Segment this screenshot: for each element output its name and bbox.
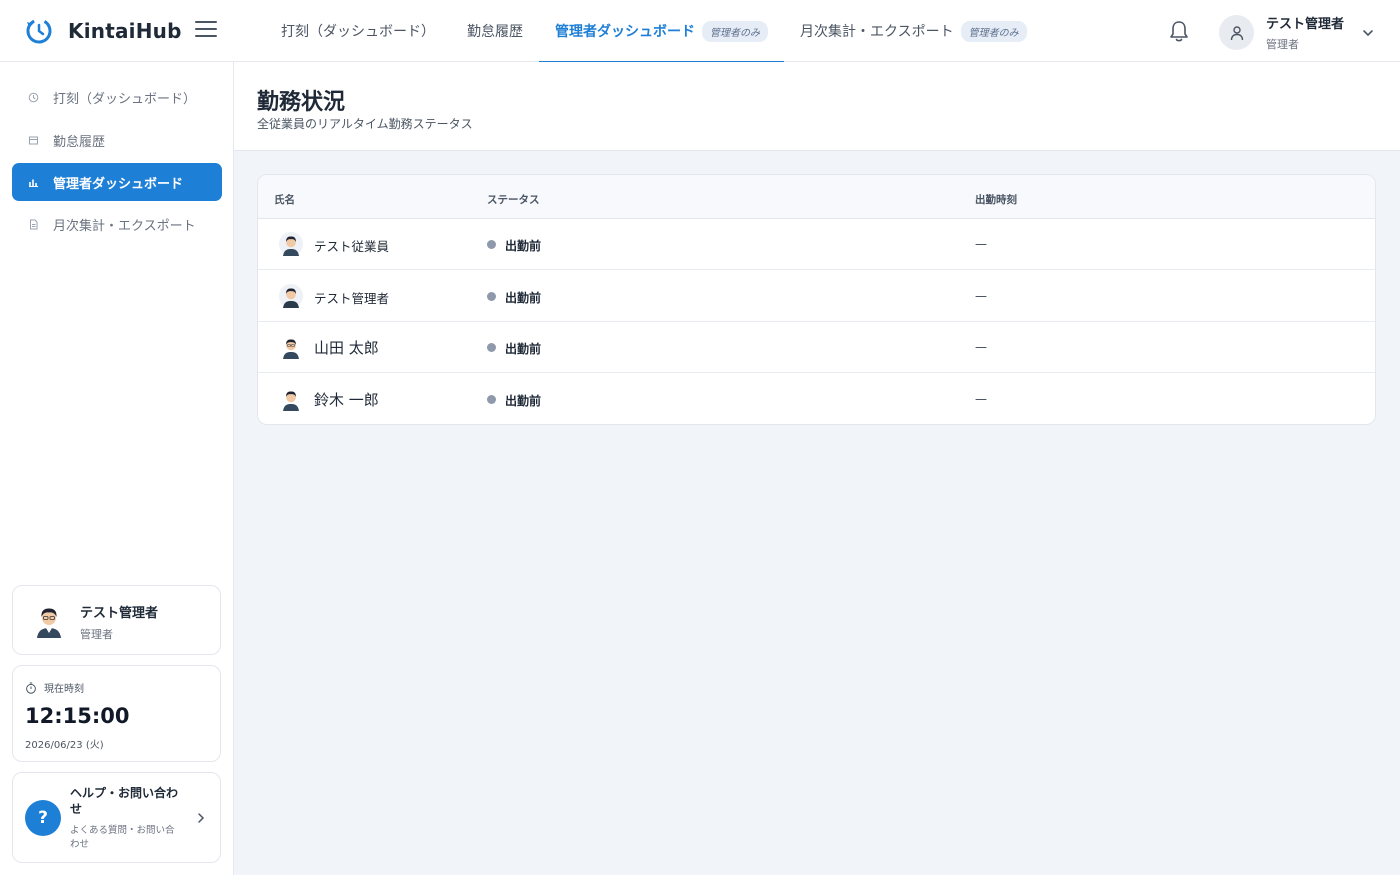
tab-history[interactable]: 勤怠履歴: [451, 0, 539, 62]
employee-name: 山田 太郎: [314, 339, 379, 357]
sidebar-item-label: 管理者ダッシュボード: [53, 176, 184, 192]
status-badge: 出勤前: [505, 342, 542, 356]
user-name: テスト管理者: [1266, 17, 1345, 32]
tab-admin-dashboard[interactable]: 管理者ダッシュボード 管理者のみ: [539, 0, 784, 63]
current-time-label: 現在時刻: [25, 680, 84, 695]
document-icon: [30, 219, 38, 229]
user-role: 管理者: [1266, 38, 1299, 51]
page-header: 勤務状況 全従業員のリアルタイム勤務ステータス: [234, 62, 1400, 151]
status-dot: [487, 343, 496, 352]
bar-chart-icon: [29, 179, 38, 187]
employee-name: テスト従業員: [314, 239, 390, 254]
sidebar: 打刻（ダッシュボード） 勤怠履歴 管理者ダッシュボード 月次集計・エクスポート …: [0, 62, 234, 875]
employee-avatar: [279, 386, 303, 411]
column-header-status[interactable]: ステータス: [487, 192, 540, 207]
employee-name: テスト管理者: [314, 290, 390, 306]
clock-icon: [28, 92, 39, 102]
tab-label: 月次集計・エクスポート: [800, 24, 954, 40]
help-subtitle: よくある質問・お問い合わせ: [70, 825, 175, 850]
current-time-card: 現在時刻 12:15:00 2026/06/23 (火): [12, 665, 221, 762]
user-icon: [1230, 25, 1243, 40]
attendance-table: 氏名 ステータス 出勤時刻 テスト従業員 出勤前 — テスト管理者 出勤前 — …: [257, 174, 1376, 425]
app-logo[interactable]: KintaiHub: [24, 16, 182, 46]
status-dot: [487, 394, 496, 404]
profile-role: 管理者: [80, 628, 113, 641]
table-header: 氏名 ステータス 出勤時刻: [258, 175, 1375, 219]
app-title: KintaiHub: [68, 19, 182, 43]
sidebar-item-admin-dashboard[interactable]: 管理者ダッシュボード: [12, 163, 222, 201]
avatar: [1219, 15, 1254, 50]
help-icon: ?: [25, 800, 61, 836]
current-date: 2026/06/23 (火): [25, 740, 104, 751]
page-title: 勤務状況: [257, 90, 346, 115]
sidebar-item-monthly-export[interactable]: 月次集計・エクスポート: [12, 205, 222, 243]
bell-icon[interactable]: [1168, 19, 1190, 43]
admin-only-badge: 管理者のみ: [702, 20, 768, 42]
help-card[interactable]: ? ヘルプ・お問い合わせ よくある質問・お問い合わせ: [12, 772, 221, 863]
tab-label: 管理者ダッシュボード: [555, 24, 695, 40]
tab-monthly-export[interactable]: 月次集計・エクスポート 管理者のみ: [784, 0, 1043, 62]
calendar-icon: [29, 136, 38, 144]
tab-label: 勤怠履歴: [467, 24, 523, 40]
sidebar-item-dashboard[interactable]: 打刻（ダッシュボード）: [12, 78, 222, 116]
clock-in-time: —: [975, 340, 987, 354]
chevron-down-icon: [1363, 29, 1373, 36]
clock-logo-icon: [26, 18, 52, 44]
column-header-clock-in[interactable]: 出勤時刻: [975, 192, 1017, 207]
employee-avatar: [279, 283, 303, 308]
clock-in-time: —: [975, 288, 987, 303]
tab-dashboard[interactable]: 打刻（ダッシュボード）: [265, 0, 451, 62]
sidebar-item-label: 勤怠履歴: [53, 134, 106, 150]
status-dot: [487, 291, 496, 301]
clock-in-time: —: [975, 237, 987, 251]
page-subtitle: 全従業員のリアルタイム勤務ステータス: [257, 117, 473, 131]
top-header: KintaiHub 打刻（ダッシュボード） 勤怠履歴 管理者ダッシュボード 管理者…: [0, 0, 1400, 63]
clock-label-text: 現在時刻: [44, 684, 84, 695]
status-badge: 出勤前: [505, 290, 542, 305]
employee-name: 鈴木 一郎: [314, 390, 379, 409]
tab-label: 打刻（ダッシュボード）: [281, 24, 435, 40]
menu-toggle-icon[interactable]: [195, 21, 217, 41]
table-row[interactable]: 山田 太郎 出勤前 —: [258, 322, 1375, 373]
top-nav: 打刻（ダッシュボード） 勤怠履歴 管理者ダッシュボード 管理者のみ 月次集計・エク…: [265, 0, 1043, 63]
status-badge: 出勤前: [505, 393, 542, 408]
stopwatch-icon: [26, 682, 36, 694]
help-title: ヘルプ・お問い合わせ: [70, 786, 179, 816]
table-row[interactable]: 鈴木 一郎 出勤前 —: [258, 374, 1375, 425]
column-header-name[interactable]: 氏名: [274, 192, 295, 207]
sidebar-item-label: 月次集計・エクスポート: [53, 218, 196, 234]
profile-name: テスト管理者: [80, 606, 159, 621]
user-menu[interactable]: テスト管理者 管理者: [1219, 13, 1374, 52]
sidebar-item-history[interactable]: 勤怠履歴: [12, 121, 222, 159]
current-time: 12:15:00: [25, 704, 130, 728]
employee-avatar: [279, 232, 303, 256]
status-badge: 出勤前: [505, 239, 542, 253]
sidebar-item-label: 打刻（ダッシュボード）: [53, 91, 197, 107]
employee-avatar: [279, 335, 303, 359]
clock-in-time: —: [975, 391, 987, 406]
status-dot: [487, 240, 496, 249]
chevron-right-icon: [198, 813, 205, 823]
admin-only-badge: 管理者のみ: [960, 20, 1027, 42]
table-row[interactable]: テスト管理者 出勤前 —: [258, 271, 1375, 322]
profile-card: テスト管理者 管理者: [12, 585, 221, 655]
table-row[interactable]: テスト従業員 出勤前 —: [258, 219, 1375, 270]
avatar: [31, 602, 67, 638]
